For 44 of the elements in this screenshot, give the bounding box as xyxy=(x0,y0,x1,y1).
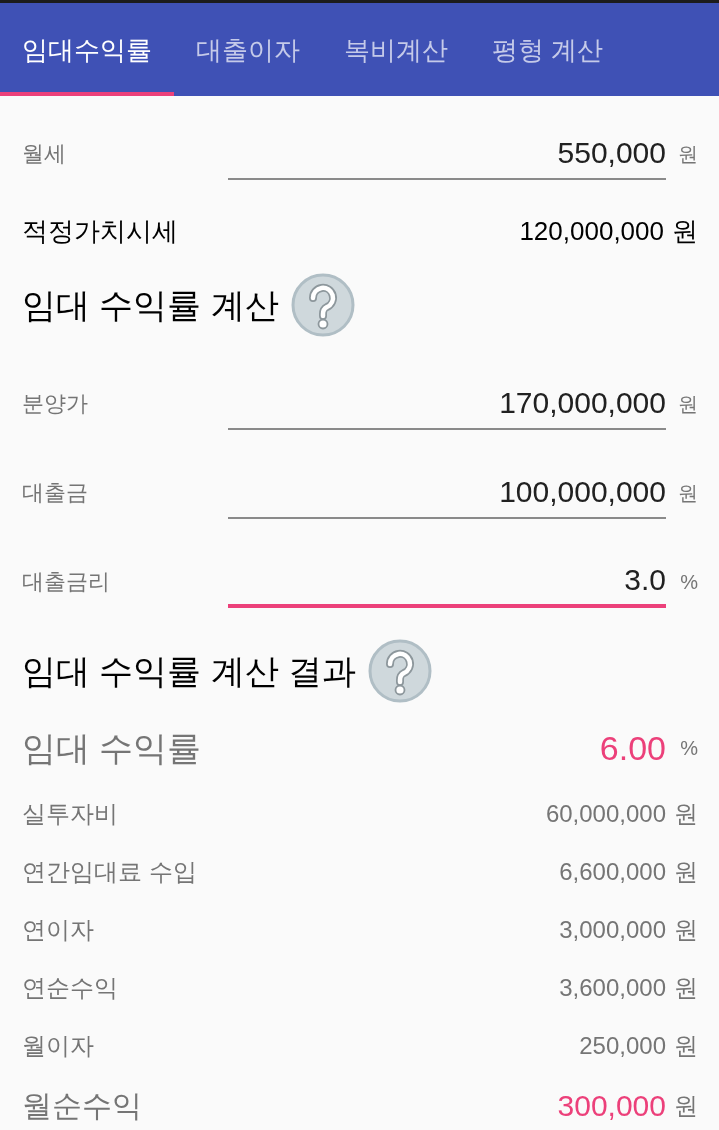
unit-label: 원 xyxy=(673,918,698,942)
amount-field[interactable]: 170,000,000 xyxy=(228,378,666,430)
section-heading: 임대 수익률 계산 결과 xyxy=(22,654,357,688)
result-value: 250,000 xyxy=(579,1034,666,1058)
amount-field[interactable]: 3.0 xyxy=(228,556,666,608)
help-icon[interactable] xyxy=(368,639,433,703)
total-value: 300,000 xyxy=(557,1091,666,1121)
total-label: 월순수익 xyxy=(22,1091,143,1121)
rate-label: 임대 수익률 xyxy=(22,731,203,765)
field-label: 대출금 xyxy=(22,482,89,504)
fair-value-label: 적정가치시세 xyxy=(22,218,179,244)
rate-value: 6.00 xyxy=(599,731,666,765)
unit-label: 원 xyxy=(677,483,698,503)
tab[interactable]: 대출이자 xyxy=(174,3,322,96)
unit-label: % xyxy=(679,572,698,592)
field-label: 대출금리 xyxy=(22,571,111,593)
field-label: 월세 xyxy=(22,143,67,165)
field-label: 분양가 xyxy=(22,393,89,415)
unit-label: 원 xyxy=(673,1094,698,1118)
unit-label: % xyxy=(679,738,698,758)
result-value: 3,000,000 xyxy=(559,918,666,942)
unit-label: 원 xyxy=(673,976,698,1000)
unit-label: 원 xyxy=(671,218,698,244)
tab[interactable]: 평형 계산 xyxy=(470,3,626,96)
result-label: 실투자비 xyxy=(22,802,119,826)
unit-label: 원 xyxy=(673,802,698,826)
result-label: 월이자 xyxy=(22,1034,95,1058)
result-label: 연순수익 xyxy=(22,976,119,1000)
unit-label: 원 xyxy=(673,1034,698,1058)
amount-field[interactable]: 550,000 xyxy=(228,128,666,180)
section-heading: 임대 수익률 계산 xyxy=(22,288,279,322)
result-label: 연이자 xyxy=(22,918,95,942)
result-label: 연간임대료 수입 xyxy=(22,860,198,884)
result-value: 60,000,000 xyxy=(545,802,666,826)
help-icon[interactable] xyxy=(290,273,355,337)
unit-label: 원 xyxy=(673,860,698,884)
fair-value-amount: 120,000,000 xyxy=(519,218,664,244)
amount-field[interactable]: 100,000,000 xyxy=(228,467,666,519)
unit-label: 원 xyxy=(677,394,698,414)
tab[interactable]: 임대수익률 xyxy=(0,3,174,96)
unit-label: 원 xyxy=(677,144,698,164)
result-value: 3,600,000 xyxy=(559,976,666,1000)
result-value: 6,600,000 xyxy=(559,860,666,884)
tab[interactable]: 복비계산 xyxy=(322,3,470,96)
